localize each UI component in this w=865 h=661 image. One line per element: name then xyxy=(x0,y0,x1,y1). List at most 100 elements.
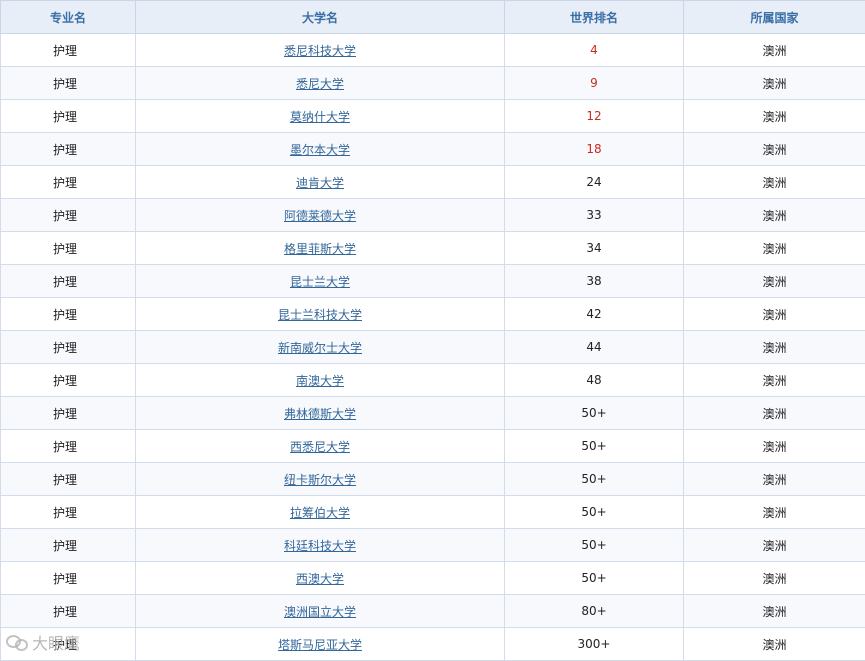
university-link[interactable]: 莫纳什大学 xyxy=(290,110,350,124)
table-row: 护理 西澳大学 50+ 澳洲 xyxy=(0,561,865,595)
rank-value: 4 xyxy=(590,43,598,57)
table-row: 护理 塔斯马尼亚大学 300+ 澳洲 xyxy=(0,627,865,661)
rank-cell: 18 xyxy=(504,132,684,166)
major-cell: 护理 xyxy=(0,330,136,364)
university-link[interactable]: 昆士兰大学 xyxy=(290,275,350,289)
rank-cell: 9 xyxy=(504,66,684,100)
rank-value: 12 xyxy=(586,109,602,123)
rank-value: 24 xyxy=(586,175,602,189)
rank-cell: 34 xyxy=(504,231,684,265)
table-row: 护理 澳洲国立大学 80+ 澳洲 xyxy=(0,594,865,628)
university-link[interactable]: 墨尔本大学 xyxy=(290,143,350,157)
university-link[interactable]: 西悉尼大学 xyxy=(290,440,350,454)
university-link[interactable]: 科廷科技大学 xyxy=(284,539,356,553)
university-link[interactable]: 悉尼科技大学 xyxy=(284,44,356,58)
major-cell: 护理 xyxy=(0,264,136,298)
rank-cell: 50+ xyxy=(504,561,684,595)
rank-value: 50+ xyxy=(581,406,607,420)
country-cell: 澳洲 xyxy=(683,396,865,430)
rank-value: 18 xyxy=(586,142,602,156)
rank-value: 34 xyxy=(586,241,602,255)
country-cell: 澳洲 xyxy=(683,495,865,529)
country-cell: 澳洲 xyxy=(683,264,865,298)
header-country: 所属国家 xyxy=(683,0,865,34)
country-cell: 澳洲 xyxy=(683,528,865,562)
major-cell: 护理 xyxy=(0,495,136,529)
country-cell: 澳洲 xyxy=(683,132,865,166)
university-link[interactable]: 新南威尔士大学 xyxy=(278,341,362,355)
table-row: 护理 格里菲斯大学 34 澳洲 xyxy=(0,231,865,265)
table-header: 专业名 大学名 世界排名 所属国家 xyxy=(0,0,865,34)
table-row: 护理 迪肯大学 24 澳洲 xyxy=(0,165,865,199)
country-cell: 澳洲 xyxy=(683,594,865,628)
rank-cell: 44 xyxy=(504,330,684,364)
table-row: 护理 昆士兰科技大学 42 澳洲 xyxy=(0,297,865,331)
country-cell: 澳洲 xyxy=(683,297,865,331)
rank-cell: 300+ xyxy=(504,627,684,661)
major-cell: 护理 xyxy=(0,66,136,100)
university-cell: 格里菲斯大学 xyxy=(135,231,505,265)
rank-value: 50+ xyxy=(581,472,607,486)
major-cell: 护理 xyxy=(0,396,136,430)
university-link[interactable]: 弗林德斯大学 xyxy=(284,407,356,421)
university-link[interactable]: 悉尼大学 xyxy=(296,77,344,91)
university-cell: 南澳大学 xyxy=(135,363,505,397)
university-link[interactable]: 阿德莱德大学 xyxy=(284,209,356,223)
country-cell: 澳洲 xyxy=(683,462,865,496)
university-cell: 澳洲国立大学 xyxy=(135,594,505,628)
university-link[interactable]: 拉筹伯大学 xyxy=(290,506,350,520)
university-cell: 科廷科技大学 xyxy=(135,528,505,562)
university-link[interactable]: 澳洲国立大学 xyxy=(284,605,356,619)
university-cell: 弗林德斯大学 xyxy=(135,396,505,430)
country-cell: 澳洲 xyxy=(683,429,865,463)
header-row: 专业名 大学名 世界排名 所属国家 xyxy=(0,0,865,34)
major-cell: 护理 xyxy=(0,132,136,166)
major-cell: 护理 xyxy=(0,429,136,463)
university-cell: 莫纳什大学 xyxy=(135,99,505,133)
table-row: 护理 阿德莱德大学 33 澳洲 xyxy=(0,198,865,232)
table-row: 护理 悉尼大学 9 澳洲 xyxy=(0,66,865,100)
rank-value: 300+ xyxy=(577,637,611,651)
university-link[interactable]: 格里菲斯大学 xyxy=(284,242,356,256)
university-cell: 塔斯马尼亚大学 xyxy=(135,627,505,661)
major-cell: 护理 xyxy=(0,165,136,199)
rank-value: 44 xyxy=(586,340,602,354)
major-cell: 护理 xyxy=(0,462,136,496)
university-link[interactable]: 纽卡斯尔大学 xyxy=(284,473,356,487)
major-cell: 护理 xyxy=(0,561,136,595)
rank-value: 9 xyxy=(590,76,598,90)
table-row: 护理 莫纳什大学 12 澳洲 xyxy=(0,99,865,133)
rank-value: 50+ xyxy=(581,571,607,585)
university-link[interactable]: 迪肯大学 xyxy=(296,176,344,190)
table-body: 护理 悉尼科技大学 4 澳洲 护理 悉尼大学 9 澳洲 护理 莫纳什大学 12 澳洲 护理 墨尔本大学 18… xyxy=(0,33,865,661)
major-cell: 护理 xyxy=(0,99,136,133)
rank-cell: 33 xyxy=(504,198,684,232)
university-link[interactable]: 昆士兰科技大学 xyxy=(278,308,362,322)
rank-value: 80+ xyxy=(581,604,607,618)
rank-cell: 24 xyxy=(504,165,684,199)
rank-cell: 50+ xyxy=(504,462,684,496)
header-university: 大学名 xyxy=(135,0,505,34)
rank-value: 50+ xyxy=(581,505,607,519)
university-link[interactable]: 塔斯马尼亚大学 xyxy=(278,638,362,652)
rank-cell: 50+ xyxy=(504,495,684,529)
major-cell: 护理 xyxy=(0,198,136,232)
university-link[interactable]: 南澳大学 xyxy=(296,374,344,388)
table-row: 护理 南澳大学 48 澳洲 xyxy=(0,363,865,397)
major-cell: 护理 xyxy=(0,231,136,265)
university-cell: 昆士兰大学 xyxy=(135,264,505,298)
rank-value: 50+ xyxy=(581,439,607,453)
rank-value: 48 xyxy=(586,373,602,387)
university-link[interactable]: 西澳大学 xyxy=(296,572,344,586)
university-cell: 阿德莱德大学 xyxy=(135,198,505,232)
university-cell: 墨尔本大学 xyxy=(135,132,505,166)
country-cell: 澳洲 xyxy=(683,33,865,67)
header-world-rank: 世界排名 xyxy=(504,0,684,34)
country-cell: 澳洲 xyxy=(683,66,865,100)
rank-value: 50+ xyxy=(581,538,607,552)
country-cell: 澳洲 xyxy=(683,231,865,265)
table-row: 护理 纽卡斯尔大学 50+ 澳洲 xyxy=(0,462,865,496)
table-row: 护理 西悉尼大学 50+ 澳洲 xyxy=(0,429,865,463)
rank-cell: 50+ xyxy=(504,528,684,562)
rank-value: 33 xyxy=(586,208,602,222)
